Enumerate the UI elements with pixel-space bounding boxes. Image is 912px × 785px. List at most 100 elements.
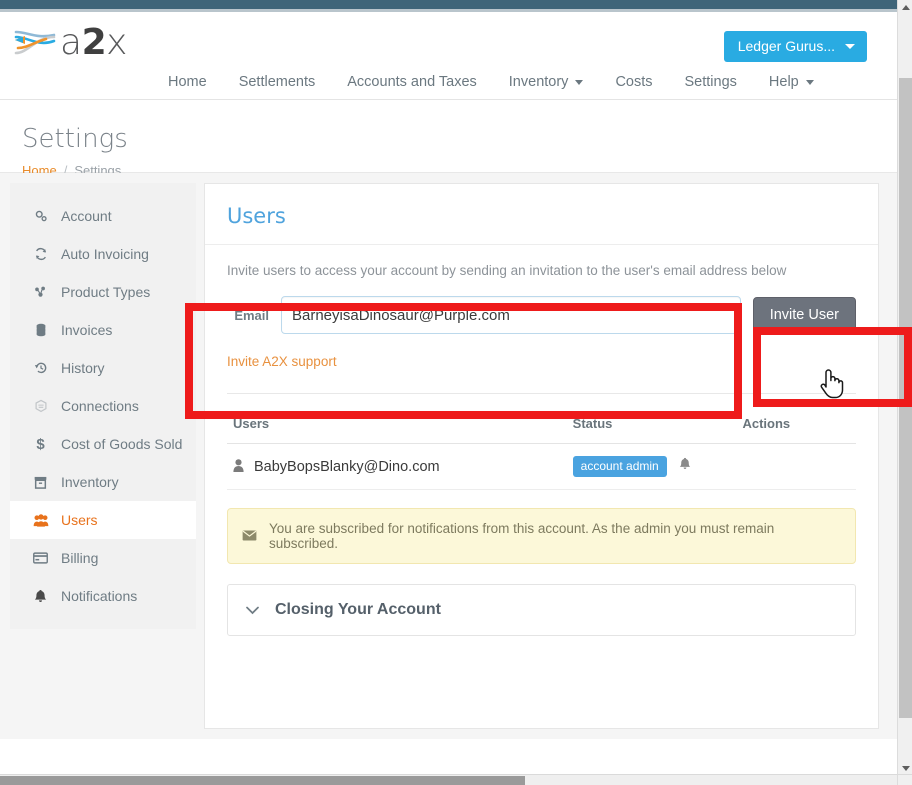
- cell-status: account admin: [566, 443, 737, 490]
- column-header-status: Status: [566, 404, 737, 444]
- arrow-down-icon: [901, 766, 910, 771]
- nav-label: Accounts and Taxes: [347, 74, 477, 90]
- sidebar-item-product-types[interactable]: Product Types: [10, 273, 196, 311]
- sidebar-item-notifications[interactable]: Notifications: [10, 577, 196, 615]
- sidebar-item-users[interactable]: Users: [10, 501, 196, 539]
- cell-user: BabyBopsBlanky@Dino.com: [227, 443, 567, 490]
- user-email: BabyBopsBlanky@Dino.com: [254, 458, 440, 475]
- invite-user-button[interactable]: Invite User: [752, 297, 856, 333]
- users-table-head: Users Status Actions: [227, 404, 856, 444]
- page-header: Settings Home / Settings: [0, 100, 897, 178]
- email-label: Email: [234, 307, 269, 323]
- chevron-down-icon: [246, 603, 259, 617]
- vertical-scrollbar-thumb[interactable]: [899, 78, 912, 718]
- logo-char-x: x: [106, 22, 127, 63]
- sidebar-item-label: Product Types: [61, 284, 151, 300]
- a2x-logo-text: a2x: [60, 25, 127, 61]
- sidebar-item-label: Users: [61, 512, 98, 528]
- sidebar-item-label: Notifications: [61, 588, 138, 604]
- sidebar-item-label: Invoices: [61, 322, 113, 338]
- arrow-up-icon: [901, 5, 910, 10]
- app-root: a2x Ledger Gurus... Home Settlements Acc…: [0, 0, 912, 785]
- bell-icon: [32, 589, 49, 603]
- sidebar-item-label: Account: [61, 208, 112, 224]
- sidebar-item-history[interactable]: History: [10, 349, 196, 387]
- account-menu-button[interactable]: Ledger Gurus...: [723, 31, 867, 62]
- nav-label: Settlements: [238, 74, 316, 90]
- nav-label: Help: [768, 74, 799, 90]
- page-body: Account Auto Invoicing Product Types Inv…: [0, 173, 897, 739]
- gears-icon: [32, 209, 49, 223]
- sitemap-icon: [32, 285, 49, 299]
- invite-a2x-support-link[interactable]: Invite A2X support: [227, 354, 337, 369]
- page-title: Settings: [22, 124, 128, 154]
- column-header-users: Users: [227, 404, 567, 444]
- refresh-icon: [32, 247, 49, 261]
- settings-sidebar: Account Auto Invoicing Product Types Inv…: [10, 183, 196, 629]
- cell-actions: [736, 443, 856, 490]
- email-input[interactable]: [281, 296, 741, 334]
- vertical-scrollbar[interactable]: [897, 0, 912, 776]
- column-header-actions: Actions: [736, 404, 856, 444]
- nav-label: Settings: [684, 74, 737, 90]
- scroll-up-button[interactable]: [898, 0, 912, 15]
- sidebar-item-invoices[interactable]: Invoices: [10, 311, 196, 349]
- sidebar-item-label: Cost of Goods Sold: [61, 436, 183, 452]
- nav-item-inventory[interactable]: Inventory: [493, 74, 600, 90]
- sidebar-item-label: Inventory: [61, 474, 119, 490]
- page-viewport: a2x Ledger Gurus... Home Settlements Acc…: [0, 12, 897, 775]
- scrollbar-corner: [897, 774, 912, 785]
- sidebar-item-inventory[interactable]: Inventory: [10, 463, 196, 501]
- user-cell: BabyBopsBlanky@Dino.com: [233, 459, 561, 475]
- sidebar-item-label: Billing: [61, 550, 99, 566]
- window-top-bar: [0, 0, 897, 9]
- alert-text: You are subscribed for notifications fro…: [269, 521, 775, 551]
- nav-item-accounts-and-taxes[interactable]: Accounts and Taxes: [331, 74, 493, 90]
- users-settings-card: Users Invite users to access your accoun…: [204, 183, 879, 729]
- divider: [227, 393, 856, 394]
- caret-down-icon: [575, 79, 584, 85]
- database-icon: [32, 323, 49, 337]
- users-icon: [32, 513, 49, 527]
- nav-label: Costs: [615, 74, 653, 90]
- credit-card-icon: [32, 552, 49, 564]
- bell-icon[interactable]: [679, 457, 691, 473]
- history-icon: [32, 361, 49, 375]
- nav-item-help[interactable]: Help: [753, 74, 830, 90]
- nav-item-settings[interactable]: Settings: [669, 74, 753, 90]
- users-table-body: BabyBopsBlanky@Dino.com account admin: [227, 443, 856, 490]
- logo-char-2: 2: [81, 22, 107, 63]
- archive-icon: [32, 476, 49, 489]
- account-menu-label: Ledger Gurus...: [737, 38, 835, 54]
- sidebar-item-auto-invoicing[interactable]: Auto Invoicing: [10, 235, 196, 273]
- sidebar-item-cost-of-goods-sold[interactable]: $ Cost of Goods Sold: [10, 425, 196, 463]
- caret-down-icon: [845, 43, 855, 49]
- nav-label: Inventory: [508, 74, 569, 90]
- a2x-logo[interactable]: a2x: [12, 20, 127, 66]
- status-badge: account admin: [572, 456, 667, 477]
- invite-description: Invite users to access your account by s…: [227, 263, 787, 278]
- nav-item-costs[interactable]: Costs: [599, 74, 668, 90]
- card-title: Users: [227, 204, 286, 228]
- card-header: Users: [205, 184, 878, 245]
- card-body: Invite users to access your account by s…: [205, 245, 878, 658]
- horizontal-scrollbar[interactable]: [0, 774, 897, 785]
- table-row: BabyBopsBlanky@Dino.com account admin: [227, 443, 856, 490]
- sidebar-item-connections[interactable]: Connections: [10, 387, 196, 425]
- table-header-row: Users Status Actions: [227, 404, 856, 444]
- connections-icon: [32, 399, 49, 413]
- horizontal-scrollbar-thumb[interactable]: [0, 776, 525, 785]
- a2x-logo-icon: [14, 30, 56, 55]
- site-header: a2x Ledger Gurus... Home Settlements Acc…: [0, 12, 897, 100]
- nav-item-home[interactable]: Home: [152, 74, 223, 90]
- sidebar-item-billing[interactable]: Billing: [10, 539, 196, 577]
- nav-label: Home: [168, 74, 207, 90]
- dollar-icon: $: [36, 435, 45, 453]
- user-icon: [233, 458, 244, 475]
- users-table: Users Status Actions BabyBopsBlanky@Dino…: [227, 404, 856, 490]
- nav-item-settlements[interactable]: Settlements: [223, 74, 332, 90]
- envelope-icon: [242, 528, 257, 544]
- main-navigation: Home Settlements Accounts and Taxes Inve…: [0, 74, 897, 90]
- closing-your-account-panel[interactable]: Closing Your Account: [227, 584, 856, 636]
- sidebar-item-account[interactable]: Account: [10, 197, 196, 235]
